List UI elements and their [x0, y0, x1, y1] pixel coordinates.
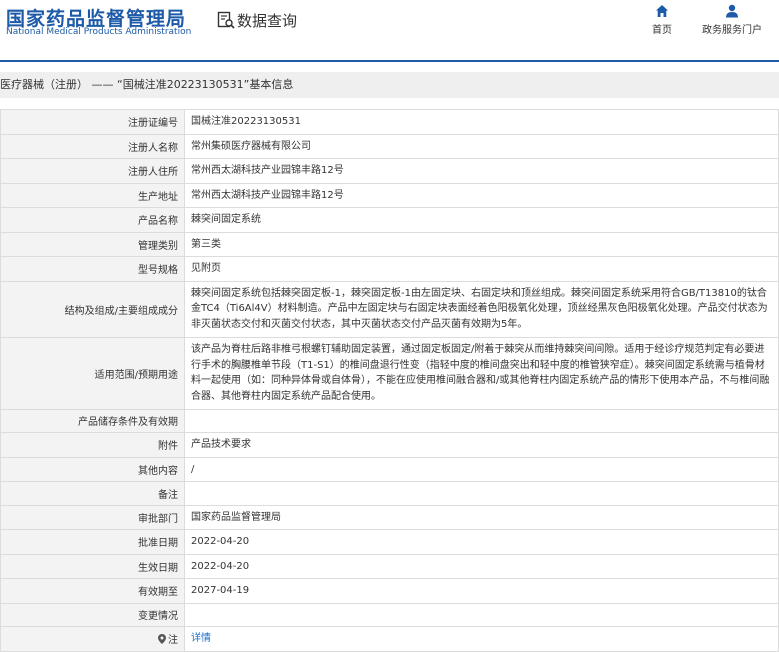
nav-home-label: 首页: [652, 25, 672, 36]
field-value: 常州西太湖科技产业园锦丰路12号: [184, 158, 779, 184]
field-value-note: 详情: [184, 626, 779, 652]
field-label: 生产地址: [0, 182, 185, 208]
note-label: 注: [168, 635, 178, 647]
nav-service-portal[interactable]: 政务服务门户: [697, 4, 767, 36]
field-label: 生效日期: [0, 553, 185, 579]
table-row: 附件 产品技术要求: [0, 432, 779, 458]
nav-home[interactable]: 首页: [627, 4, 697, 36]
details-link[interactable]: 详情: [191, 633, 211, 644]
field-value: 国家药品监督管理局: [184, 504, 779, 530]
table-row: 注册证编号 国械注准20223130531: [0, 109, 779, 135]
field-label: 附件: [0, 432, 185, 458]
field-label: 其他内容: [0, 456, 185, 482]
field-value: 棘突间固定系统包括棘突固定板-1，棘突固定板-1由左固定块、右固定块和顶丝组成。…: [184, 280, 779, 338]
field-label: 注册证编号: [0, 109, 185, 135]
table-row-note: 注 详情: [0, 626, 779, 652]
table-row: 审批部门 国家药品监督管理局: [0, 504, 779, 530]
field-label: 审批部门: [0, 504, 185, 530]
user-icon: [726, 4, 738, 18]
field-value: [184, 481, 779, 506]
detail-table: 注册证编号 国械注准20223130531 注册人名称 常州集硕医疗器械有限公司 注册人…: [0, 109, 779, 652]
field-value: 2022-04-20: [184, 529, 779, 555]
home-icon: [656, 5, 668, 17]
table-row: 其他内容 /: [0, 456, 779, 482]
table-row: 产品储存条件及有效期: [0, 408, 779, 433]
table-row: 批准日期 2022-04-20: [0, 529, 779, 555]
data-query-label: 数据查询: [237, 11, 298, 30]
field-label: 注册人住所: [0, 158, 185, 184]
field-value: 见附页: [184, 256, 779, 282]
data-query-link[interactable]: 数据查询: [217, 9, 297, 31]
field-label: 注册人名称: [0, 133, 185, 159]
table-row: 有效期至 2027-04-19: [0, 578, 779, 604]
field-value: 常州西太湖科技产业园锦丰路12号: [184, 182, 779, 208]
field-label: 型号规格: [0, 256, 185, 282]
nav-service-portal-label: 政务服务门户: [702, 25, 762, 36]
field-value: 棘突间固定系统: [184, 207, 779, 233]
header-divider: [0, 60, 779, 62]
table-row: 生产地址 常州西太湖科技产业园锦丰路12号: [0, 182, 779, 208]
field-value: 产品技术要求: [184, 432, 779, 458]
table-row: 变更情况: [0, 602, 779, 627]
field-label-note: 注: [0, 626, 185, 652]
field-value: [184, 408, 779, 433]
location-pin-icon: [158, 634, 166, 645]
field-label: 产品储存条件及有效期: [0, 408, 185, 433]
field-label: 备注: [0, 481, 185, 506]
field-label: 有效期至: [0, 578, 185, 604]
field-value: 2022-04-20: [184, 553, 779, 579]
document-search-icon: [217, 11, 235, 29]
table-row: 适用范围/预期用途 该产品为脊柱后路非椎弓根螺钉辅助固定装置，通过固定板固定/附着…: [0, 336, 779, 410]
field-value: 第三类: [184, 231, 779, 257]
table-row: 结构及组成/主要组成成分 棘突间固定系统包括棘突固定板-1，棘突固定板-1由左固定…: [0, 280, 779, 338]
table-row: 型号规格 见附页: [0, 256, 779, 282]
table-row: 注册人名称 常州集硕医疗器械有限公司: [0, 133, 779, 159]
table-row: 管理类别 第三类: [0, 231, 779, 257]
logo-subtitle: National Medical Products Administration: [6, 27, 192, 37]
field-label: 批准日期: [0, 529, 185, 555]
field-label: 变更情况: [0, 602, 185, 627]
table-row: 备注: [0, 481, 779, 506]
field-label: 适用范围/预期用途: [0, 336, 185, 410]
field-label: 产品名称: [0, 207, 185, 233]
table-row: 注册人住所 常州西太湖科技产业园锦丰路12号: [0, 158, 779, 184]
site-header: 国家药品监督管理局 National Medical Products Admi…: [0, 0, 779, 44]
field-value: [184, 602, 779, 627]
field-label: 结构及组成/主要组成成分: [0, 280, 185, 338]
field-value: /: [184, 456, 779, 482]
field-value: 常州集硕医疗器械有限公司: [184, 133, 779, 159]
field-label: 管理类别: [0, 231, 185, 257]
field-value: 该产品为脊柱后路非椎弓根螺钉辅助固定装置，通过固定板固定/附着于棘突从而维持棘突…: [184, 336, 779, 410]
field-value: 国械注准20223130531: [184, 109, 779, 135]
table-row: 产品名称 棘突间固定系统: [0, 207, 779, 233]
table-row: 生效日期 2022-04-20: [0, 553, 779, 579]
field-value: 2027-04-19: [184, 578, 779, 604]
breadcrumb: 医疗器械（注册） —— “国械注准20223130531”基本信息: [0, 72, 779, 98]
